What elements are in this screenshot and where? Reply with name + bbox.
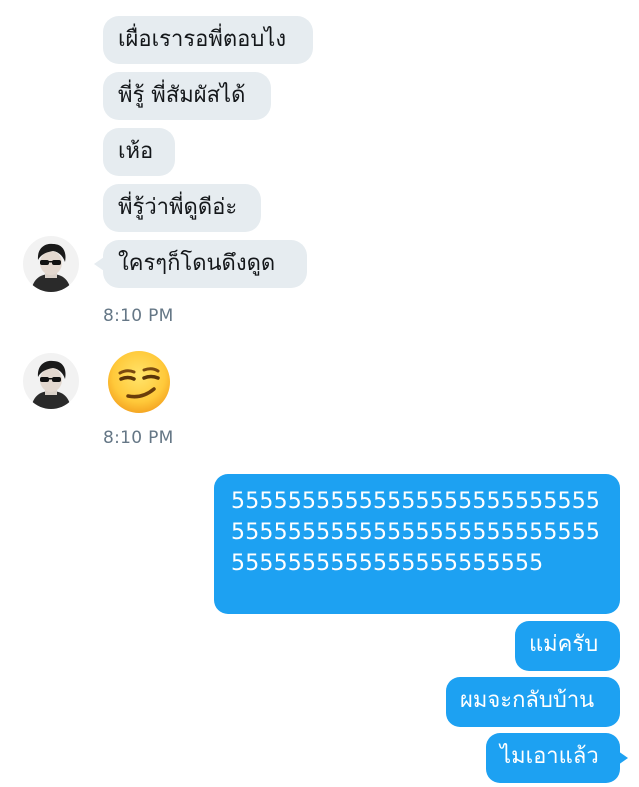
- message-text: ผมจะกลับบ้าน: [460, 688, 595, 713]
- outgoing-message[interactable]: ไมเอาแล้ว: [486, 733, 620, 783]
- incoming-message[interactable]: พี่รู้ พี่สัมผัสได้: [103, 72, 271, 120]
- message-text: 5555555555555555555555555555555555555555…: [231, 489, 601, 576]
- outgoing-message[interactable]: แม่ครับ: [515, 621, 620, 671]
- timestamp: 8:10 PM: [103, 428, 174, 448]
- smirking-face-emoji-icon: [108, 351, 170, 413]
- message-text: พี่รู้ว่าพี่ดูดีอ่ะ: [118, 195, 238, 220]
- message-text: ไมเอาแล้ว: [500, 744, 599, 769]
- profile-photo-icon: [23, 353, 79, 409]
- message-text: แม่ครับ: [529, 632, 599, 657]
- message-text: ใครๆก็โดนดึงดูด: [118, 251, 276, 276]
- incoming-message[interactable]: พี่รู้ว่าพี่ดูดีอ่ะ: [103, 184, 261, 232]
- outgoing-message[interactable]: ผมจะกลับบ้าน: [446, 677, 620, 727]
- incoming-message[interactable]: ใครๆก็โดนดึงดูด: [103, 240, 307, 288]
- bubble-tail: [94, 257, 104, 271]
- profile-photo-icon: [23, 236, 79, 292]
- message-text: เผื่อเรารอพี่ตอบไง: [118, 27, 287, 52]
- message-text: พี่รู้ พี่สัมผัสได้: [118, 83, 246, 108]
- bubble-tail: [618, 751, 628, 765]
- timestamp: 8:10 PM: [103, 306, 174, 326]
- avatar[interactable]: [23, 353, 79, 409]
- emoji-message[interactable]: [106, 349, 172, 419]
- avatar[interactable]: [23, 236, 79, 292]
- message-text: เห้อ: [118, 139, 154, 164]
- incoming-message[interactable]: เผื่อเรารอพี่ตอบไง: [103, 16, 313, 64]
- outgoing-message[interactable]: 5555555555555555555555555555555555555555…: [214, 474, 620, 614]
- incoming-message[interactable]: เห้อ: [103, 128, 175, 176]
